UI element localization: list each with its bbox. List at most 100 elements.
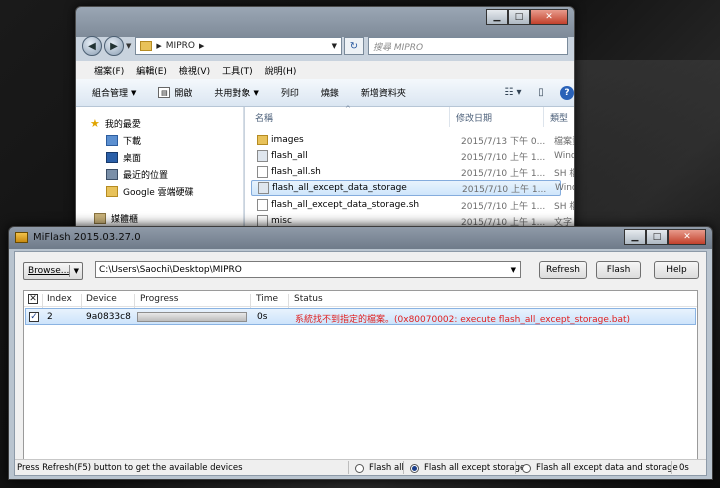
back-button[interactable]: ◀ bbox=[82, 36, 102, 56]
help-button[interactable]: Help bbox=[654, 261, 699, 279]
chevron-down-icon: ▼ bbox=[253, 88, 259, 97]
file-row[interactable]: flash_all_except_data_storage.sh 2015/7/… bbox=[251, 197, 574, 213]
folder-path-combobox[interactable]: C:\Users\Saochi\Desktop\MIPRO ▼ bbox=[95, 261, 521, 278]
file-name: images bbox=[271, 135, 304, 145]
file-type: SH 檔 bbox=[554, 201, 574, 212]
menu-edit[interactable]: 編輯(E) bbox=[136, 64, 167, 77]
close-button[interactable]: ✕ bbox=[668, 229, 706, 245]
help-icon[interactable]: ? bbox=[560, 85, 574, 100]
chevron-right-icon: ▶ bbox=[198, 42, 205, 50]
column-divider[interactable] bbox=[449, 107, 450, 127]
radio-button[interactable] bbox=[410, 463, 419, 473]
miflash-logo-icon bbox=[15, 232, 28, 243]
arrow-left-icon: ◀ bbox=[88, 40, 96, 52]
nav-favorites[interactable]: ★ 我的最愛 bbox=[90, 117, 141, 130]
open-label: 開啟 bbox=[174, 89, 193, 99]
column-divider[interactable] bbox=[543, 107, 544, 127]
refresh-button[interactable]: ↻ bbox=[344, 37, 364, 55]
view-options-icon[interactable]: ☷ ▾ bbox=[504, 85, 522, 101]
column-name-header[interactable]: 名稱 bbox=[255, 111, 273, 124]
google-drive-icon bbox=[106, 186, 118, 197]
minimize-button[interactable]: ▁ bbox=[486, 9, 508, 25]
file-list: 名稱 ^ 修改日期 類型 images 2015/7/13 下午 0... 檔案… bbox=[245, 105, 574, 241]
search-placeholder: 搜尋 MIPRO bbox=[373, 42, 424, 53]
nav-item-recent[interactable]: 最近的位置 bbox=[106, 168, 168, 181]
row-index: 2 bbox=[47, 312, 53, 322]
progress-bar-fill bbox=[138, 313, 246, 321]
row-time: 0s bbox=[257, 312, 268, 322]
browse-label: Browse... bbox=[28, 266, 70, 276]
address-bar[interactable]: ▶ MIPRO ▶ ▼ bbox=[135, 37, 342, 55]
file-date: 2015/7/10 上午 1... bbox=[462, 184, 547, 195]
radio-label: Flash all except storage bbox=[424, 463, 526, 473]
maximize-button[interactable]: □ bbox=[646, 229, 668, 245]
nav-item-downloads[interactable]: 下載 bbox=[106, 134, 141, 147]
status-bar: Press Refresh(F5) button to get the avai… bbox=[15, 459, 706, 475]
menu-tools[interactable]: 工具(T) bbox=[222, 64, 253, 77]
share-button[interactable]: 共用對象 ▼ bbox=[214, 86, 259, 100]
new-folder-button[interactable]: 新增資料夾 bbox=[361, 86, 406, 99]
menu-file[interactable]: 檔案(F) bbox=[94, 64, 124, 77]
radio-button[interactable] bbox=[522, 463, 531, 473]
status-timer: 0s bbox=[679, 463, 689, 473]
address-dropdown[interactable]: ▼ bbox=[332, 42, 337, 50]
forward-button[interactable]: ▶ bbox=[104, 36, 124, 56]
open-button[interactable]: ▤ 開啟 bbox=[158, 86, 192, 99]
refresh-button[interactable]: Refresh bbox=[539, 261, 587, 279]
status-divider bbox=[348, 461, 349, 474]
device-table: ✕ Index Device Progress Time Status ✓ 2 … bbox=[23, 290, 698, 470]
recent-pages-dropdown[interactable]: ▼ bbox=[126, 42, 131, 50]
column-progress-header[interactable]: Progress bbox=[140, 294, 178, 304]
radio-flash-all-except-data-storage[interactable]: Flash all except data and storage bbox=[522, 463, 678, 473]
radio-button[interactable] bbox=[355, 463, 364, 473]
nav-item-google-drive[interactable]: Google 雲端硬碟 bbox=[106, 185, 194, 198]
split-divider bbox=[69, 265, 70, 277]
print-button[interactable]: 列印 bbox=[281, 86, 299, 99]
file-row[interactable]: images 2015/7/13 下午 0... 檔案資 bbox=[251, 132, 574, 148]
miflash-window-controls: ▁ □ ✕ bbox=[624, 229, 706, 245]
file-date: 2015/7/10 上午 1... bbox=[461, 152, 546, 163]
maximize-button[interactable]: □ bbox=[508, 9, 530, 25]
new-folder-label: 新增資料夾 bbox=[360, 89, 406, 99]
table-row[interactable]: ✓ 2 9a0833c8 0s 系統找不到指定的檔案。(0x80070002: … bbox=[25, 308, 696, 325]
burn-button[interactable]: 燒錄 bbox=[321, 86, 339, 99]
minimize-button[interactable]: ▁ bbox=[624, 229, 646, 245]
explorer-menubar: 檔案(F) 編輯(E) 檢視(V) 工具(T) 說明(H) bbox=[76, 61, 574, 79]
flash-button[interactable]: Flash bbox=[596, 261, 641, 279]
explorer-address-row: ◀ ▶ ▼ ▶ MIPRO ▶ ▼ ↻ 搜尋 MIPRO bbox=[82, 35, 568, 57]
status-divider bbox=[403, 461, 404, 474]
chevron-down-icon[interactable]: ▼ bbox=[511, 266, 516, 274]
file-row[interactable]: flash_all.sh 2015/7/10 上午 1... SH 檔 bbox=[251, 164, 574, 180]
close-button[interactable]: ✕ bbox=[530, 9, 568, 25]
column-date-header[interactable]: 修改日期 bbox=[456, 111, 492, 124]
column-index-header[interactable]: Index bbox=[47, 294, 72, 304]
preview-pane-icon[interactable]: ▯ bbox=[532, 85, 550, 101]
file-row-selected[interactable]: flash_all_except_data_storage 2015/7/10 … bbox=[251, 180, 574, 196]
nav-item-libraries[interactable]: 媒體櫃 bbox=[94, 212, 138, 225]
column-device-header[interactable]: Device bbox=[86, 294, 117, 304]
select-all-checkbox[interactable]: ✕ bbox=[28, 294, 38, 304]
open-icon: ▤ bbox=[158, 87, 171, 98]
radio-flash-all-except-storage[interactable]: Flash all except storage bbox=[410, 463, 525, 473]
burn-label: 燒錄 bbox=[320, 89, 339, 99]
menu-view[interactable]: 檢視(V) bbox=[179, 64, 210, 77]
row-checkbox[interactable]: ✓ bbox=[29, 312, 39, 322]
column-time-header[interactable]: Time bbox=[256, 294, 278, 304]
radio-flash-all[interactable]: Flash all bbox=[355, 463, 404, 473]
browse-button[interactable]: Browse... ▼ bbox=[23, 262, 83, 280]
nav-item-desktop[interactable]: 桌面 bbox=[106, 151, 141, 164]
nav-item-label: 桌面 bbox=[123, 154, 142, 164]
column-status-header[interactable]: Status bbox=[294, 294, 323, 304]
share-label: 共用對象 bbox=[214, 89, 251, 99]
search-input[interactable]: 搜尋 MIPRO bbox=[368, 37, 568, 55]
status-divider bbox=[515, 461, 516, 474]
file-type: 檔案資 bbox=[554, 136, 574, 147]
explorer-window: ▁ □ ✕ ◀ ▶ ▼ ▶ MIPRO ▶ ▼ ↻ 搜尋 MIPRO 檔案(F)… bbox=[75, 6, 575, 242]
navigation-pane: ★ 我的最愛 下載 桌面 最近的位置 Google 雲端硬碟 媒體櫃 bbox=[76, 107, 244, 241]
file-row[interactable]: flash_all 2015/7/10 上午 1... Wind bbox=[251, 148, 574, 164]
chevron-down-icon[interactable]: ▼ bbox=[74, 267, 79, 275]
organize-button[interactable]: 組合管理 ▼ bbox=[92, 86, 136, 100]
menu-help[interactable]: 說明(H) bbox=[265, 64, 297, 77]
column-type-header[interactable]: 類型 bbox=[550, 111, 568, 124]
breadcrumb[interactable]: MIPRO bbox=[166, 41, 195, 51]
